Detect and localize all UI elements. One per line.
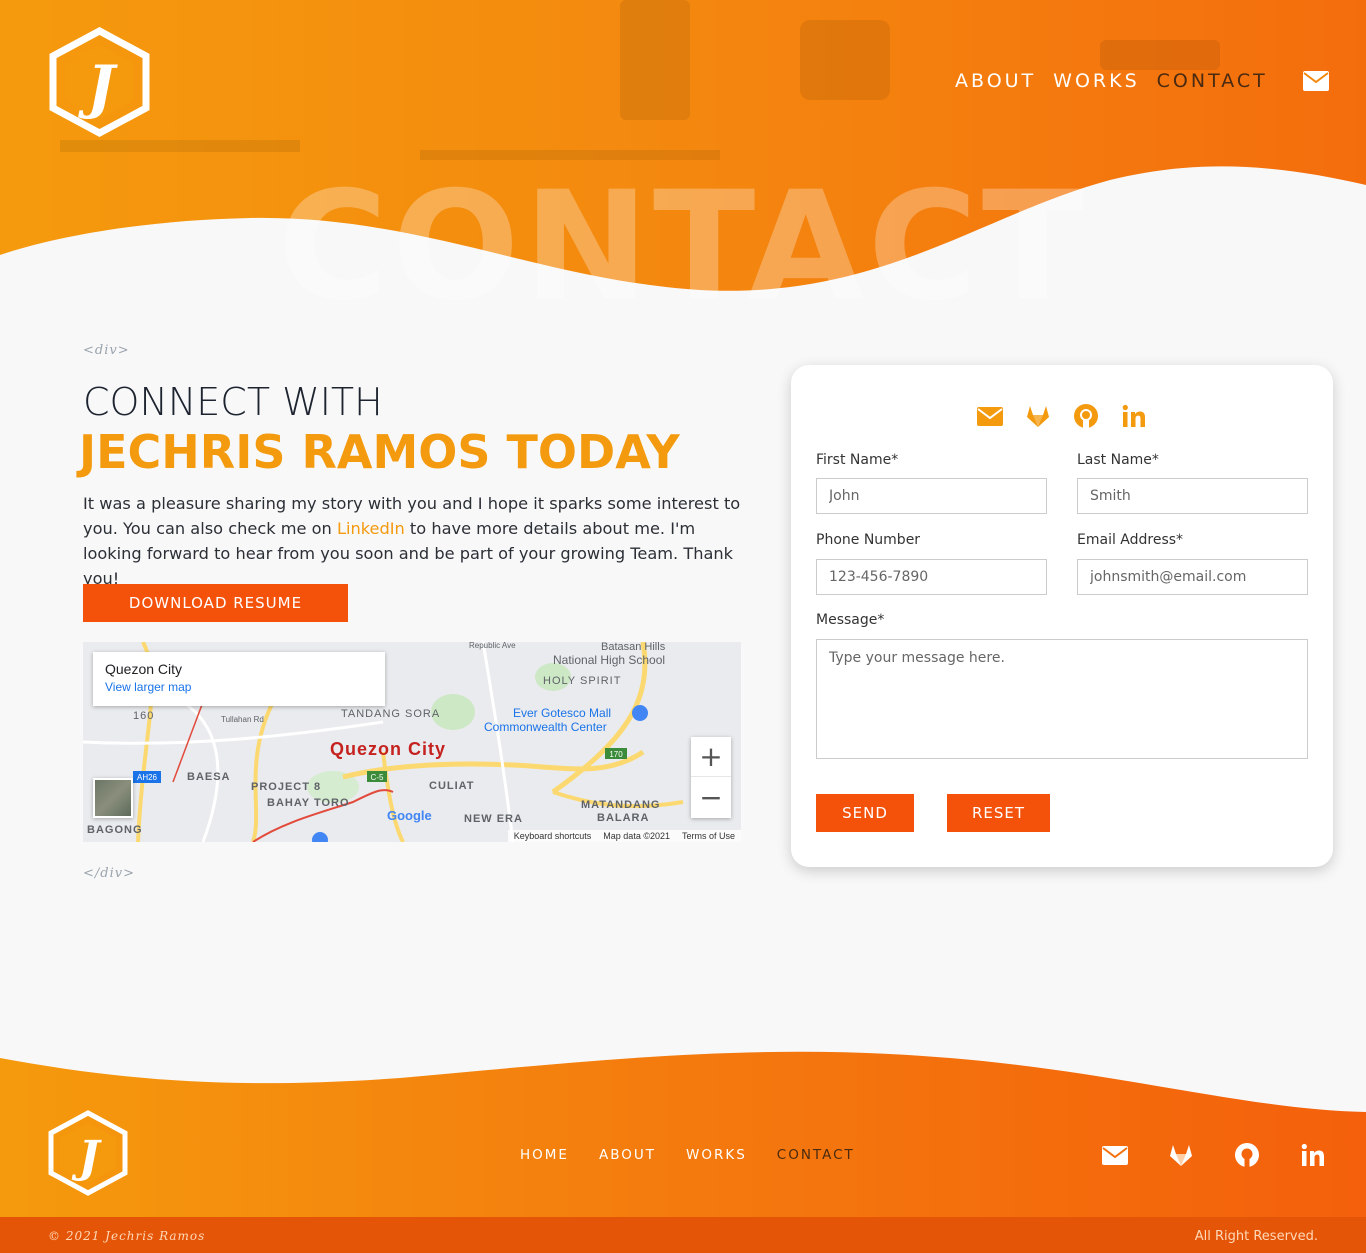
- svg-text:BALARA: BALARA: [597, 812, 649, 824]
- heading-line1: CONNECT WITH: [83, 380, 383, 424]
- satellite-toggle[interactable]: [93, 778, 133, 818]
- envelope-icon[interactable]: [977, 403, 1003, 429]
- email-label: Email Address*: [1077, 532, 1184, 548]
- map-place-card: Quezon City View larger map: [93, 652, 385, 706]
- svg-text:160: 160: [133, 710, 154, 722]
- terms-link[interactable]: Terms of Use: [682, 831, 735, 841]
- svg-text:TANDANG SORA: TANDANG SORA: [341, 708, 440, 720]
- linkedin-icon[interactable]: [1121, 403, 1147, 429]
- svg-text:BAGONG: BAGONG: [87, 824, 143, 836]
- send-button[interactable]: SEND: [816, 794, 914, 832]
- svg-text:Google: Google: [387, 808, 432, 823]
- rights-text: All Right Reserved.: [1194, 1229, 1318, 1244]
- close-div-tag: </div>: [83, 866, 135, 881]
- heading-line2: JECHRIS RAMOS TODAY: [79, 425, 680, 479]
- hero-watermark-text: CONTACT: [278, 160, 1088, 330]
- view-larger-map-link[interactable]: View larger map: [105, 680, 373, 694]
- footer-nav: HOME ABOUT WORKS CONTACT: [520, 1147, 885, 1163]
- footer-nav-contact[interactable]: CONTACT: [777, 1147, 855, 1163]
- svg-text:CULIAT: CULIAT: [429, 780, 475, 792]
- svg-text:PROJECT 8: PROJECT 8: [251, 781, 321, 793]
- linkedin-icon[interactable]: [1299, 1142, 1327, 1168]
- download-resume-button[interactable]: DOWNLOAD RESUME: [83, 584, 348, 622]
- last-name-input[interactable]: [1077, 478, 1308, 514]
- map-zoom-control: + −: [691, 737, 731, 818]
- first-name-input[interactable]: [816, 478, 1047, 514]
- envelope-icon[interactable]: [1101, 1142, 1129, 1168]
- svg-text:C-5: C-5: [371, 773, 384, 782]
- copyright-text: © 2021 Jechris Ramos: [48, 1229, 206, 1243]
- github-icon[interactable]: [1233, 1142, 1261, 1168]
- map-embed[interactable]: TANDANG SORA HOLY SPIRIT National High S…: [83, 642, 741, 842]
- map-pin-icon: [632, 705, 648, 721]
- email-input[interactable]: [1077, 559, 1308, 595]
- header: J ABOUT WORKS CONTACT CONTACT: [0, 0, 1366, 330]
- footer-social-icons: [1101, 1142, 1327, 1168]
- svg-text:Batasan Hills: Batasan Hills: [601, 642, 666, 653]
- gitlab-icon[interactable]: [1025, 403, 1051, 429]
- svg-text:MATANDANG: MATANDANG: [581, 799, 660, 811]
- contact-form-card: First Name* Last Name* Phone Number Emai…: [791, 365, 1333, 867]
- map-place-name: Quezon City: [105, 661, 183, 677]
- first-name-label: First Name*: [816, 452, 899, 468]
- svg-text:Ever Gotesco Mall: Ever Gotesco Mall: [513, 706, 611, 720]
- svg-text:National High School: National High School: [553, 653, 665, 667]
- svg-text:170: 170: [609, 750, 623, 759]
- intro-text: It was a pleasure sharing my story with …: [83, 491, 743, 591]
- reset-button[interactable]: RESET: [947, 794, 1050, 832]
- footer-nav-about[interactable]: ABOUT: [599, 1147, 656, 1163]
- message-label: Message*: [816, 612, 885, 628]
- svg-text:BAHAY TORO: BAHAY TORO: [267, 797, 350, 809]
- svg-text:Tullahan Rd: Tullahan Rd: [221, 715, 264, 724]
- keyboard-shortcuts-link[interactable]: Keyboard shortcuts: [514, 831, 592, 841]
- map-city-label: Quezon City: [330, 739, 446, 759]
- social-icons: [791, 403, 1333, 429]
- footer-logo-j-icon[interactable]: J: [47, 1110, 129, 1196]
- zoom-in-button[interactable]: +: [691, 737, 731, 777]
- svg-text:NEW ERA: NEW ERA: [464, 813, 523, 825]
- svg-text:Commonwealth Center: Commonwealth Center: [484, 720, 607, 734]
- svg-text:HOLY SPIRIT: HOLY SPIRIT: [543, 675, 621, 687]
- linkedin-link[interactable]: LinkedIn: [337, 519, 405, 538]
- open-div-tag: <div>: [83, 343, 130, 358]
- message-textarea[interactable]: [816, 639, 1308, 759]
- footer-nav-home[interactable]: HOME: [520, 1147, 569, 1163]
- zoom-out-button[interactable]: −: [691, 777, 731, 817]
- svg-text:BAESA: BAESA: [187, 771, 231, 783]
- map-attribution: Keyboard shortcuts Map data ©2021 Terms …: [507, 830, 741, 842]
- github-icon[interactable]: [1073, 403, 1099, 429]
- hero-watermark: CONTACT: [278, 160, 1088, 330]
- footer-bottom-bar: © 2021 Jechris Ramos All Right Reserved.: [0, 1217, 1366, 1253]
- footer: J HOME ABOUT WORKS CONTACT © 2021 Jechri…: [0, 1030, 1366, 1253]
- footer-nav-works[interactable]: WORKS: [686, 1147, 747, 1163]
- phone-input[interactable]: [816, 559, 1047, 595]
- phone-label: Phone Number: [816, 532, 921, 548]
- map-data-text: Map data ©2021: [603, 831, 670, 841]
- gitlab-icon[interactable]: [1167, 1142, 1195, 1168]
- last-name-label: Last Name*: [1077, 452, 1159, 468]
- svg-text:Republic Ave: Republic Ave: [469, 642, 516, 650]
- svg-text:AH26: AH26: [137, 773, 158, 782]
